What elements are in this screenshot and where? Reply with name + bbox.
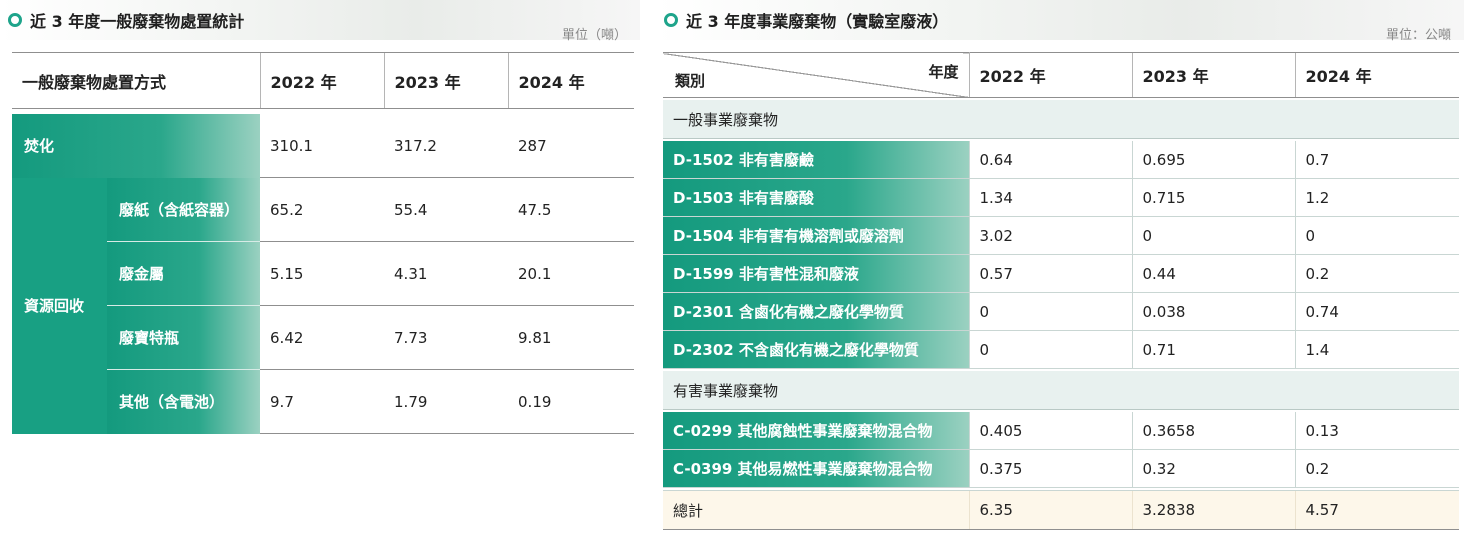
cell-value: 0.32 [1131,449,1295,488]
table-row: 焚化 310.1 317.2 287 [12,114,635,178]
cell-value: 9.81 [508,305,635,370]
cell-value: 0 [968,330,1132,369]
cell-value: 6.42 [260,305,385,370]
cell-value: 287 [508,114,635,178]
cell-value: 0.13 [1294,412,1459,450]
row-label: 其他（含電池） [107,369,261,434]
cell-value: 1.2 [1294,178,1459,217]
cell-value: 0.74 [1294,292,1459,331]
row-label: C-0299 其他腐蝕性事業廢棄物混合物 [663,412,969,450]
cell-value: 20.1 [508,241,635,306]
row-label: 廢寶特瓶 [107,305,261,370]
cell-value: 0.715 [1131,178,1295,217]
cell-value: 4.31 [384,241,509,306]
table-row: D-1502 非有害廢鹼 0.64 0.695 0.7 [663,141,1459,179]
cell-value: 3.02 [968,216,1132,255]
cell-value: 1.79 [384,369,509,434]
section-row: 有害事業廢棄物 [663,371,1459,410]
row-label: C-0399 其他易燃性事業廢棄物混合物 [663,449,969,488]
table-row: D-2302 不含鹵化有機之廢化學物質 0 0.71 1.4 [663,330,1459,369]
cell-value: 0.375 [968,449,1132,488]
row-label: D-2301 含鹵化有機之廢化學物質 [663,292,969,331]
title-row: 近 3 年度一般廢棄物處置統計 [8,8,244,32]
cell-value: 0.3658 [1131,412,1295,450]
cell-value: 1.4 [1294,330,1459,369]
cell-value: 0.57 [968,254,1132,293]
table-header-row: 年度 類別 2022 年 2023 年 2024 年 [663,52,1459,98]
table-row: D-1503 非有害廢酸 1.34 0.715 1.2 [663,178,1459,217]
table-header-row: 一般廢棄物處置方式 2022 年 2023 年 2024 年 [12,52,635,109]
business-waste-table: 年度 類別 2022 年 2023 年 2024 年 一般事業廢棄物 D-150… [663,52,1459,530]
cell-value: 0.2 [1294,449,1459,488]
section-label: 有害事業廢棄物 [663,371,1459,410]
header-year: 2023 年 [1131,52,1295,98]
row-label: 廢紙（含紙容器） [107,177,261,242]
unit-label: 單位（噸） [562,28,628,43]
total-value: 4.57 [1294,490,1459,530]
table-row: C-0399 其他易燃性事業廢棄物混合物 0.375 0.32 0.2 [663,449,1459,488]
header-year: 2022 年 [968,52,1132,98]
circle-bullet-icon [664,13,678,27]
header-category-label: 類別 [675,72,706,90]
cell-value: 7.73 [384,305,509,370]
panel-title: 近 3 年度事業廢棄物（實驗室廢液） [686,12,949,31]
row-label: 廢金屬 [107,241,261,306]
table-row: D-1599 非有害性混和廢液 0.57 0.44 0.2 [663,254,1459,293]
cell-value: 5.15 [260,241,385,306]
cell-value: 0.19 [508,369,635,434]
row-label: D-1502 非有害廢鹼 [663,141,969,179]
cell-value: 317.2 [384,114,509,178]
header-year: 2023 年 [383,52,509,109]
cell-value: 0 [1131,216,1295,255]
cell-value: 310.1 [260,114,385,178]
cell-value: 1.34 [968,178,1132,217]
table-row: 資源回收 廢紙（含紙容器） 65.2 55.4 47.5 [12,177,635,434]
header-method: 一般廢棄物處置方式 [12,52,261,109]
cell-value: 0.405 [968,412,1132,450]
row-label: D-1599 非有害性混和廢液 [663,254,969,293]
section-label: 一般事業廢棄物 [663,100,1459,139]
cell-value: 0.44 [1131,254,1295,293]
panel-title: 近 3 年度一般廢棄物處置統計 [30,12,245,31]
total-value: 3.2838 [1131,490,1295,530]
header-year: 2024 年 [1294,52,1459,98]
total-label: 總計 [663,490,969,530]
row-label: D-1503 非有害廢酸 [663,178,969,217]
cell-value: 0.695 [1131,141,1295,179]
header-year-label: 年度 [928,63,959,81]
unit-label: 單位：公噸 [1386,28,1452,43]
table-row: D-1504 非有害有機溶劑或廢溶劑 3.02 0 0 [663,216,1459,255]
cell-value: 0.64 [968,141,1132,179]
row-label: D-2302 不含鹵化有機之廢化學物質 [663,330,969,369]
cell-value: 0 [968,292,1132,331]
cell-value: 47.5 [508,177,635,242]
total-value: 6.35 [968,490,1132,530]
header-year: 2024 年 [507,52,635,109]
circle-bullet-icon [8,13,22,27]
cell-value: 55.4 [384,177,509,242]
row-label: D-1504 非有害有機溶劑或廢溶劑 [663,216,969,255]
total-row: 總計 6.35 3.2838 4.57 [663,490,1459,530]
group-label: 資源回收 [12,177,107,434]
cell-value: 65.2 [260,177,385,242]
table-row: D-2301 含鹵化有機之廢化學物質 0 0.038 0.74 [663,292,1459,331]
section-row: 一般事業廢棄物 [663,100,1459,139]
cell-value: 0 [1294,216,1459,255]
cell-value: 0.7 [1294,141,1459,179]
diagonal-header-cell: 年度 類別 [663,52,970,98]
cell-value: 0.71 [1131,330,1295,369]
title-row: 近 3 年度事業廢棄物（實驗室廢液） [664,8,948,32]
cell-value: 0.2 [1294,254,1459,293]
cell-value: 9.7 [260,369,385,434]
cell-value: 0.038 [1131,292,1295,331]
general-waste-panel: 近 3 年度一般廢棄物處置統計 單位（噸） 一般廢棄物處置方式 2022 年 2… [0,0,640,559]
row-label: 焚化 [12,114,261,178]
general-waste-table: 一般廢棄物處置方式 2022 年 2023 年 2024 年 焚化 310.1 … [12,52,635,434]
header-year: 2022 年 [259,52,385,109]
table-row: C-0299 其他腐蝕性事業廢棄物混合物 0.405 0.3658 0.13 [663,412,1459,450]
